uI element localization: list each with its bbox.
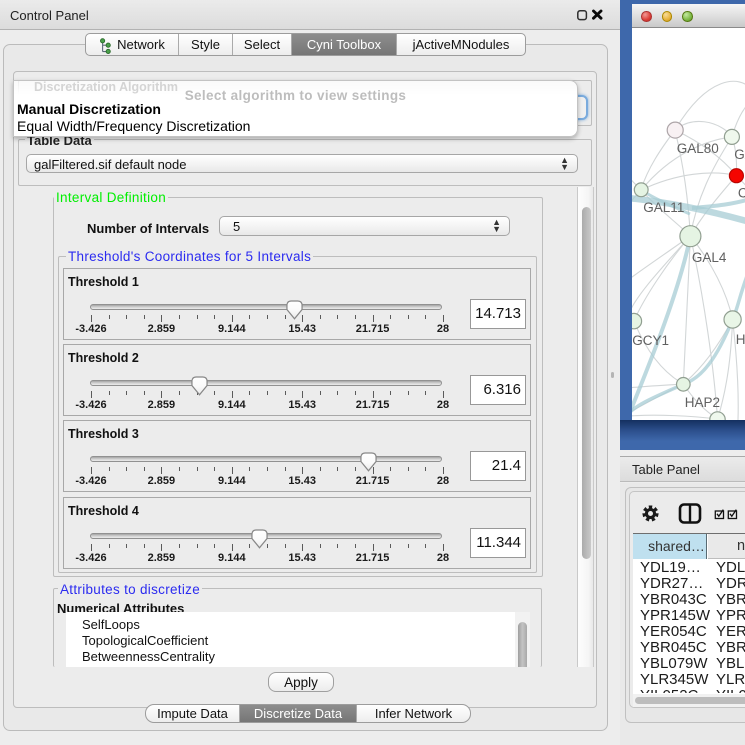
svg-text:GAL4: GAL4 — [692, 250, 727, 265]
svg-text:H: H — [736, 332, 745, 347]
svg-text:HAP2: HAP2 — [685, 395, 720, 410]
svg-text:GAL80: GAL80 — [677, 141, 719, 156]
svg-text:GCY1: GCY1 — [632, 333, 669, 348]
svg-text:GAL11: GAL11 — [643, 200, 684, 215]
svg-text:C: C — [738, 186, 745, 201]
svg-text:GA: GA — [734, 147, 745, 162]
